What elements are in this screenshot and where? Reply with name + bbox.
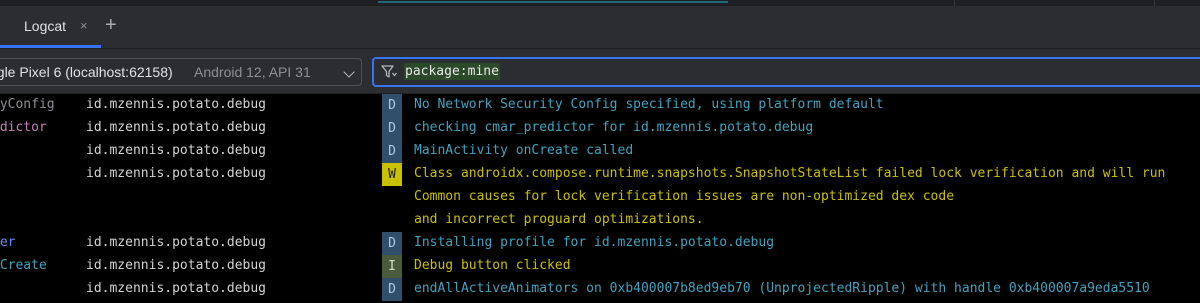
log-package: id.mzennis.potato.debug xyxy=(86,258,267,273)
log-message: Class androidx.compose.runtime.snapshots… xyxy=(414,166,1166,181)
log-package: id.mzennis.potato.debug xyxy=(86,143,267,158)
log-row[interactable]: yid.mzennis.potato.debugWClass androidx.… xyxy=(0,163,1200,186)
add-tab-icon[interactable]: + xyxy=(105,15,117,35)
log-level-badge: D xyxy=(382,278,402,301)
log-row[interactable]: and incorrect proguard optimizations. xyxy=(0,209,1200,232)
log-package: id.mzennis.potato.debug xyxy=(86,166,267,181)
chevron-down-icon xyxy=(343,66,355,78)
log-message: Installing profile for id.mzennis.potato… xyxy=(414,235,775,250)
editor-tab-indicator xyxy=(378,1,728,3)
log-package: id.mzennis.potato.debug xyxy=(86,281,267,296)
log-tag: ler xyxy=(0,235,16,250)
log-row[interactable]: id.mzennis.potato.debug D MainActivity onC… xyxy=(0,140,1200,163)
log-tag: edictor xyxy=(0,120,47,135)
log-row[interactable]: rid.mzennis.potato.debugDendAllActiveAni… xyxy=(0,278,1200,301)
log-level-badge: D xyxy=(382,117,402,140)
filter-input[interactable]: package:mine xyxy=(372,57,1200,87)
logcat-toolbar: ogle Pixel 6 (localhost:62158) Android 1… xyxy=(0,48,1200,94)
device-selector[interactable]: ogle Pixel 6 (localhost:62158) Android 1… xyxy=(0,58,362,86)
tool-window-tab-bar: Logcat × + xyxy=(0,6,1200,48)
filter-icon[interactable] xyxy=(381,65,397,79)
log-row[interactable]: Common causes for lock verification issu… xyxy=(0,186,1200,209)
log-output[interactable]: tyConfig id.mzennis.potato.debug D No Netwo… xyxy=(0,94,1200,303)
log-message: and incorrect proguard optimizations. xyxy=(414,212,704,227)
log-tag: nCreate xyxy=(0,258,47,273)
log-package: id.mzennis.potato.debug xyxy=(86,235,267,250)
log-level-badge: D xyxy=(382,140,402,163)
tab-logcat[interactable]: Logcat × xyxy=(0,6,101,48)
log-message: checking cmar_predictor for id.mzennis.p… xyxy=(414,120,814,135)
device-api-level: Android 12, API 31 xyxy=(194,64,311,80)
log-row[interactable]: nCreate id.mzennis.potato.debug I Debug but… xyxy=(0,255,1200,278)
filter-query: package:mine xyxy=(404,63,500,80)
tab-label: Logcat xyxy=(24,18,67,34)
log-message: endAllActiveAnimators on 0xb400007b8ed9e… xyxy=(414,281,1150,296)
log-message: Common causes for lock verification issu… xyxy=(414,189,955,204)
device-name: ogle Pixel 6 (localhost:62158) xyxy=(0,64,173,80)
log-package: id.mzennis.potato.debug xyxy=(86,97,267,112)
close-icon[interactable]: × xyxy=(80,19,88,33)
log-level-badge: I xyxy=(382,255,402,278)
log-message: Debug button clicked xyxy=(414,258,571,273)
log-message: No Network Security Config specified, us… xyxy=(414,97,884,112)
log-row[interactable]: ler id.mzennis.potato.debug D Installing pr… xyxy=(0,232,1200,255)
log-level-badge: D xyxy=(382,232,402,255)
log-row[interactable]: tyConfig id.mzennis.potato.debug D No Netwo… xyxy=(0,94,1200,117)
log-tag: tyConfig xyxy=(0,97,55,112)
log-level-badge: D xyxy=(382,94,402,117)
log-message: MainActivity onCreate called xyxy=(414,143,634,158)
log-level-badge: W xyxy=(382,163,402,186)
log-row[interactable]: edictor id.mzennis.potato.debug Dchecking … xyxy=(0,117,1200,140)
log-package: id.mzennis.potato.debug xyxy=(86,120,267,135)
